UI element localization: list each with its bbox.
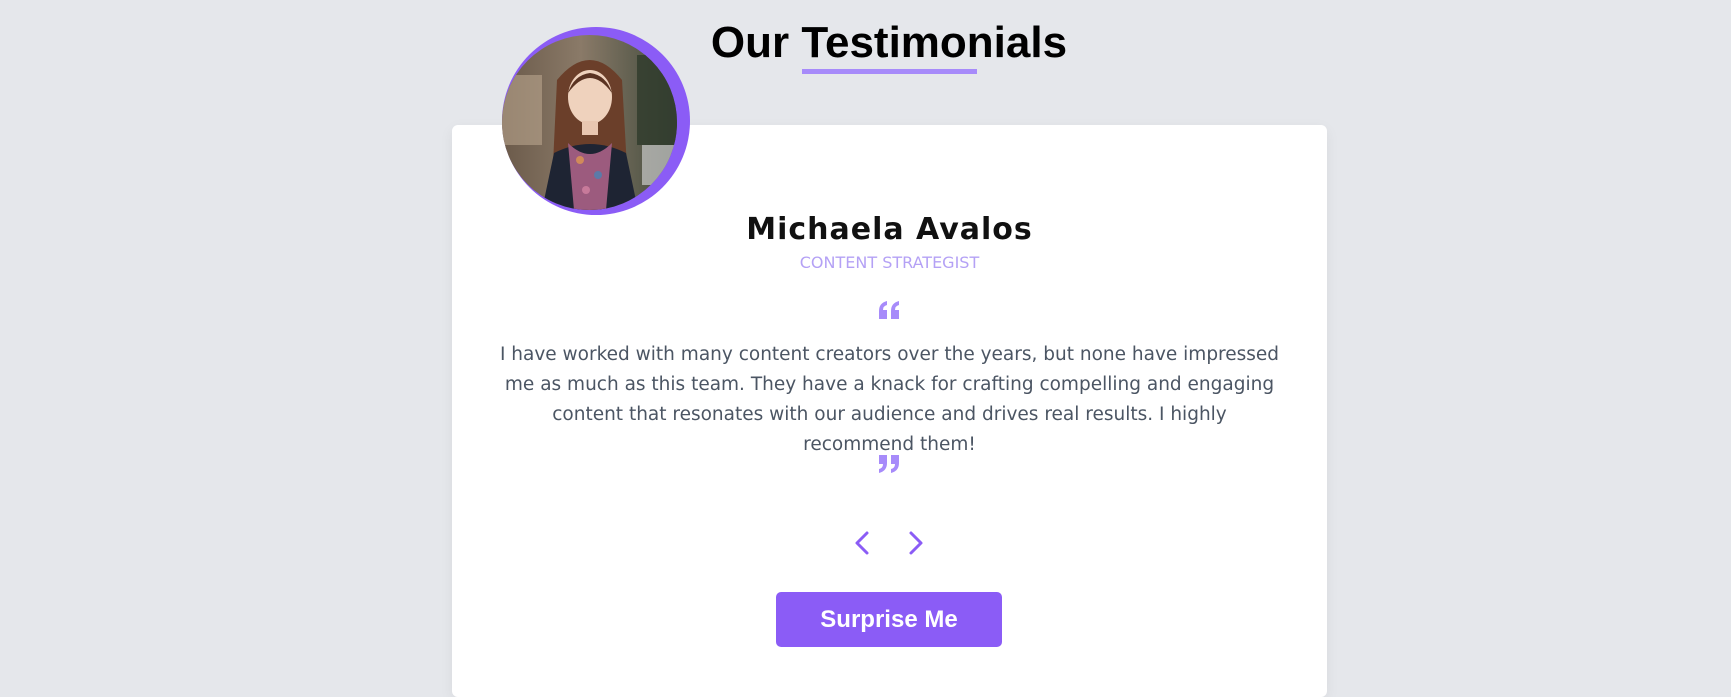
testimonial-quote: I have worked with many content creators… [499,344,1280,455]
avatar [502,27,690,215]
quote-close-icon [877,453,901,475]
avatar-photo [502,35,677,210]
title-underline [802,69,977,74]
chevron-right-icon[interactable] [901,527,929,559]
person-role: CONTENT STRATEGIST [799,253,980,272]
quote-open-icon [877,299,901,321]
surprise-me-button[interactable]: Surprise Me [776,592,1002,647]
chevron-left-icon[interactable] [849,527,877,559]
person-name: Michaela Avalos [746,212,1033,247]
page-title: Our Testimonials [710,18,1068,67]
